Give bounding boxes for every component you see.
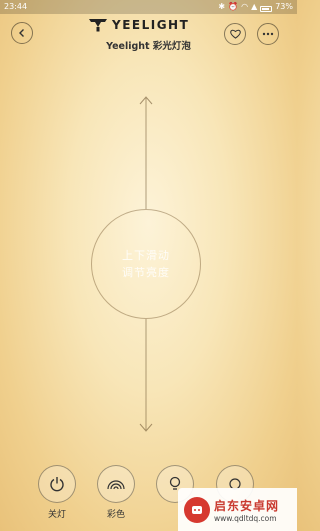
power-off-button[interactable]: 关灯 (38, 465, 80, 520)
hint-line-1: 上下滑动 (122, 249, 170, 262)
watermark-logo-icon (184, 496, 210, 523)
watermark-text: 启东安卓网 www.qdltdq.com (214, 497, 279, 523)
power-button-circle (38, 465, 76, 503)
color-mode-button[interactable]: 彩色 (97, 465, 139, 520)
color-mode-label: 彩色 (106, 510, 125, 520)
watermark-url: www.qdltdq.com (214, 513, 277, 523)
site-watermark: 启东安卓网 www.qdltdq.com (178, 488, 297, 531)
watermark-title: 启东安卓网 (214, 498, 280, 513)
color-button-circle (97, 465, 135, 503)
rainbow-icon (107, 480, 125, 490)
power-off-label: 关灯 (47, 510, 66, 520)
hint-line-2: 调节亮度 (122, 266, 170, 279)
brightness-knob[interactable]: 上下滑动 调节亮度 (91, 209, 201, 319)
brightness-slider[interactable]: 上下滑动 调节亮度 (0, 0, 297, 531)
power-icon (50, 477, 64, 492)
